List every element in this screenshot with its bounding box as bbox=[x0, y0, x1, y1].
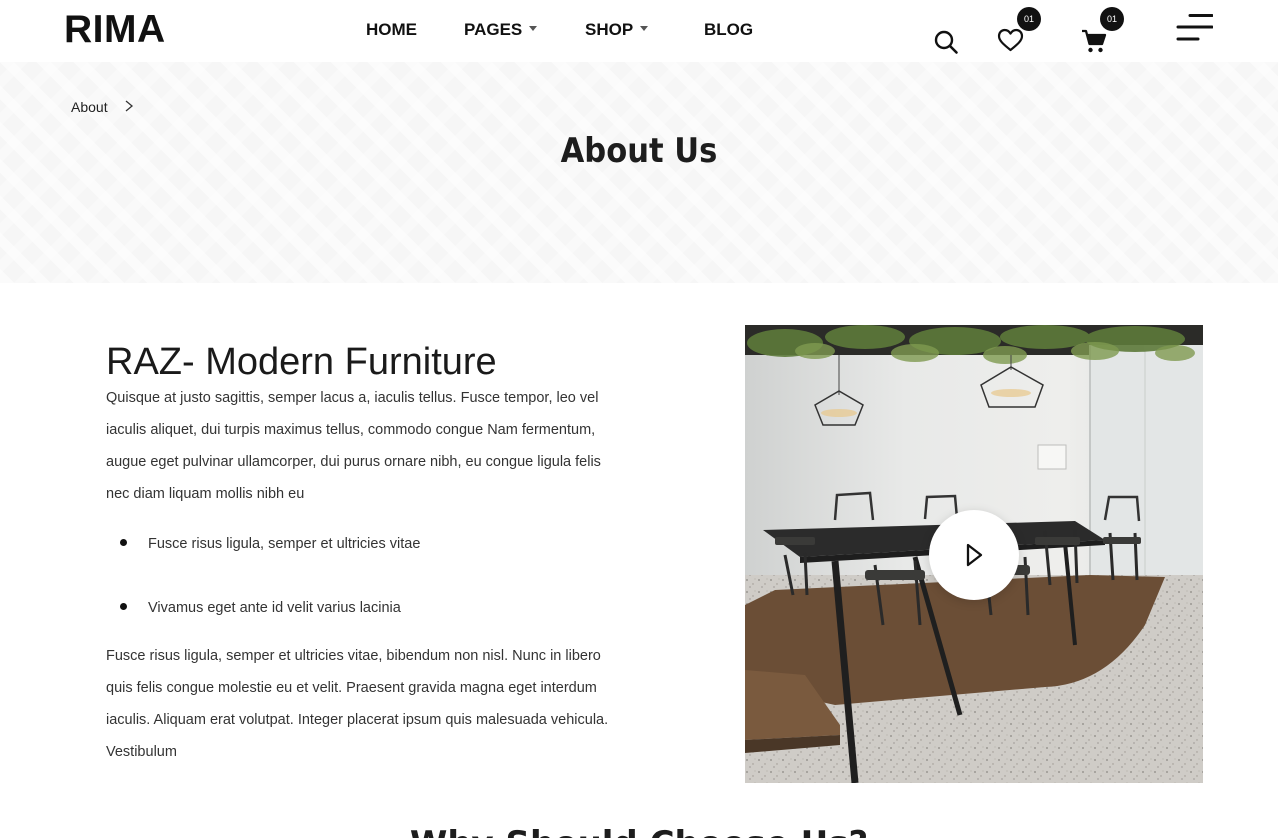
nav-home[interactable]: HOME bbox=[366, 19, 417, 41]
bullet-dot bbox=[120, 603, 127, 610]
search-button[interactable] bbox=[933, 29, 959, 55]
nav-shop-label: SHOP bbox=[585, 20, 634, 39]
intro-paragraph: Quisque at justo sagittis, semper lacus … bbox=[106, 390, 601, 502]
list-item-text: Fusce risus ligula, semper et ultricies … bbox=[148, 536, 421, 552]
wishlist-count-badge: 01 bbox=[1017, 7, 1041, 31]
list-item-text: Vivamus eget ante id velit varius lacini… bbox=[148, 600, 401, 616]
nav-pages[interactable]: PAGES bbox=[464, 19, 538, 41]
cart-button[interactable] bbox=[1081, 29, 1107, 54]
chevron-down-icon bbox=[640, 26, 649, 31]
nav-home-label: HOME bbox=[366, 20, 417, 39]
bullet-dot bbox=[120, 539, 127, 546]
breadcrumb-about[interactable]: About bbox=[71, 99, 108, 115]
cart-count-badge: 01 bbox=[1100, 7, 1124, 31]
nav-pages-label: PAGES bbox=[464, 20, 523, 39]
page-banner: About About Us bbox=[0, 62, 1278, 283]
cart-icon bbox=[1082, 29, 1107, 53]
site-header: RIMA HOME PAGES SHOP BLOG 01 01 bbox=[0, 0, 1280, 62]
heart-icon bbox=[997, 28, 1024, 52]
page-title: About Us bbox=[560, 131, 718, 171]
list-item: Vivamus eget ante id velit varius lacini… bbox=[120, 598, 401, 618]
search-icon bbox=[934, 30, 958, 54]
list-item: Fusce risus ligula, semper et ultricies … bbox=[120, 534, 420, 554]
play-video-button[interactable] bbox=[929, 510, 1019, 600]
wishlist-button[interactable] bbox=[997, 28, 1025, 54]
menu-icon bbox=[1176, 14, 1214, 41]
site-logo[interactable]: RIMA bbox=[64, 9, 166, 51]
section-title: RAZ- Modern Furniture bbox=[106, 341, 497, 383]
chevron-right-icon bbox=[125, 100, 134, 112]
play-icon bbox=[966, 543, 983, 567]
why-choose-us-title: Why Should Choose Us? bbox=[0, 822, 1278, 838]
nav-blog-label: BLOG bbox=[704, 20, 754, 39]
nav-blog[interactable]: BLOG bbox=[704, 19, 753, 41]
nav-shop[interactable]: SHOP bbox=[585, 19, 649, 41]
chevron-down-icon bbox=[529, 26, 538, 31]
menu-button[interactable] bbox=[1176, 13, 1214, 43]
detail-paragraph: Fusce risus ligula, semper et ultricies … bbox=[106, 648, 609, 760]
